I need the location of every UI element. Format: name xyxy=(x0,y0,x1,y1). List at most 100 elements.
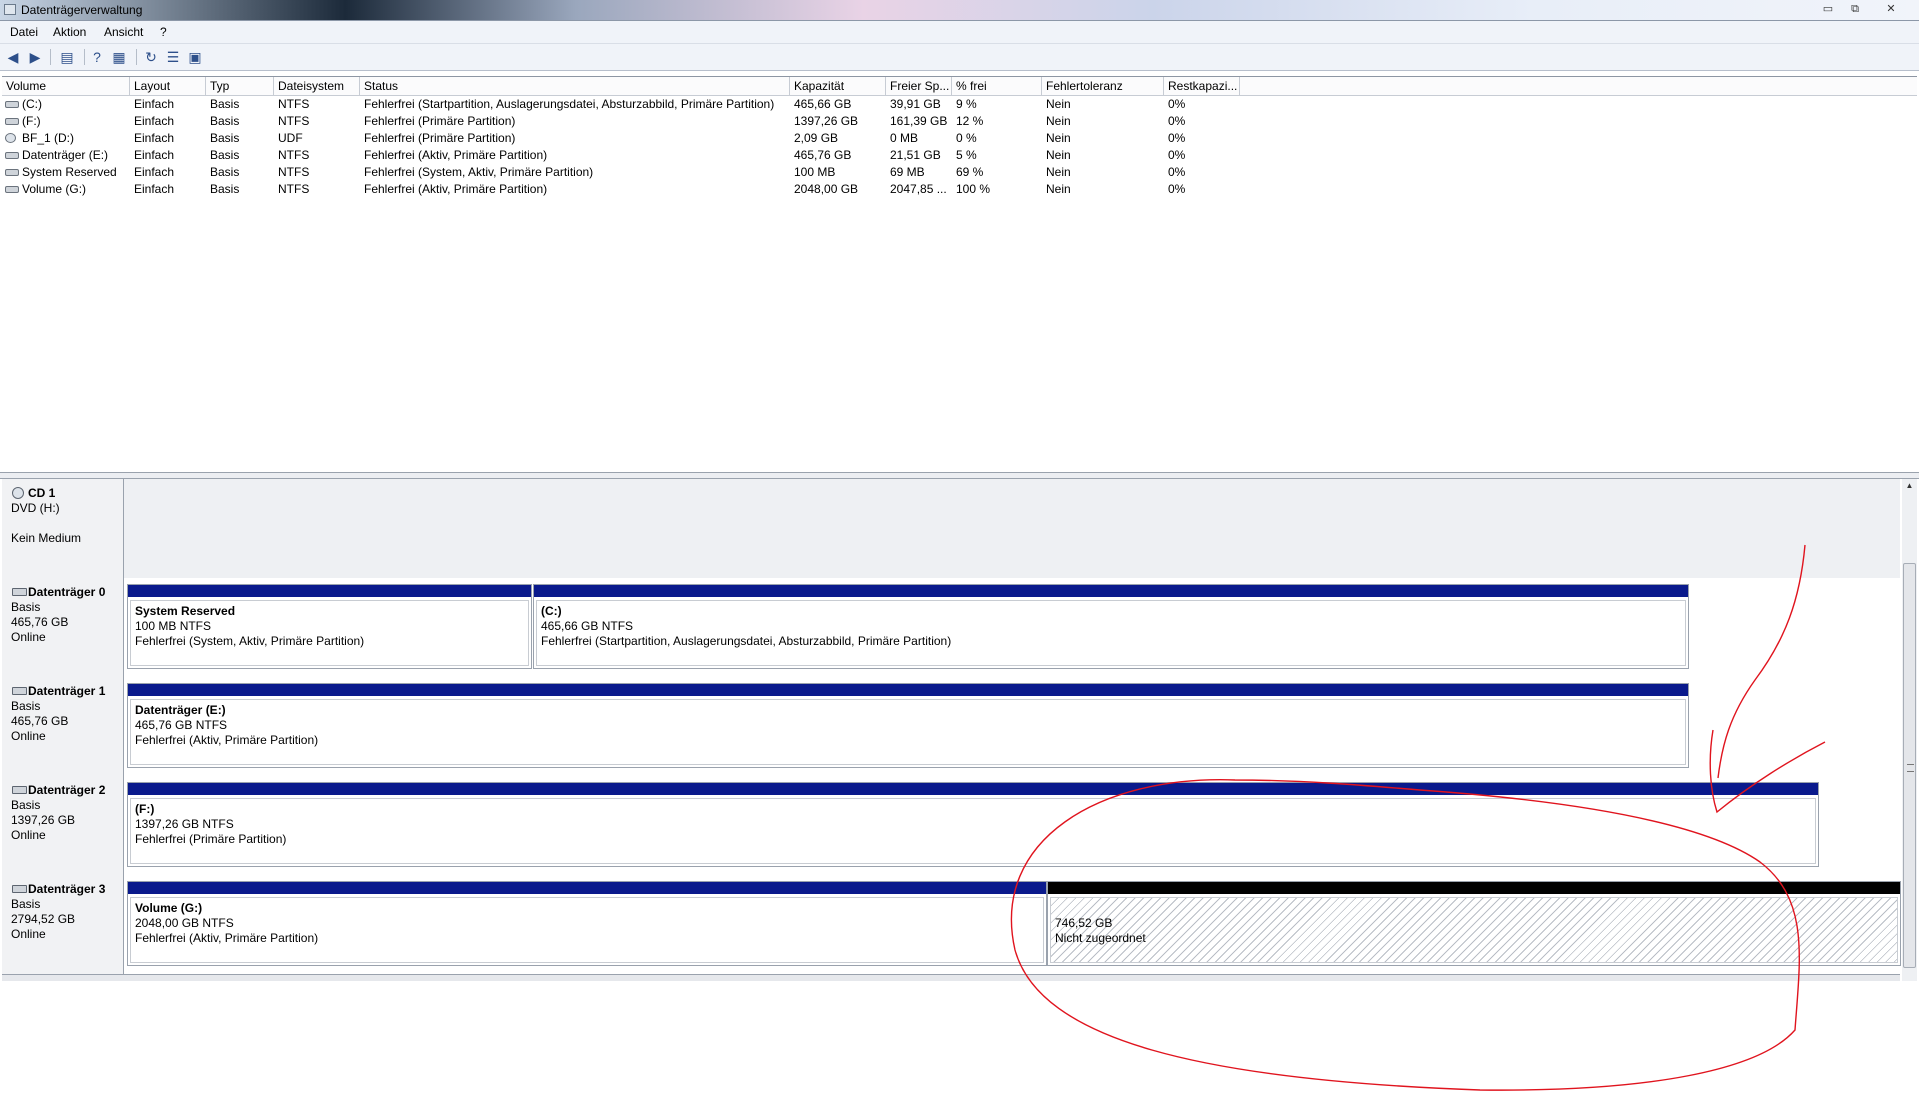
column-prozent-frei[interactable]: % frei xyxy=(952,77,1042,95)
volume-drive-icon xyxy=(5,152,19,159)
menu-ansicht[interactable]: Ansicht xyxy=(104,25,143,39)
partition[interactable]: Datenträger (E:) 465,76 GB NTFS Fehlerfrei… xyxy=(127,683,1689,768)
cell-layout: Einfach xyxy=(134,131,175,145)
partition-size: 746,52 GB xyxy=(1055,916,1113,930)
disk-label[interactable]: Datenträger 1 Basis 465,76 GB Online xyxy=(2,677,124,776)
maximize-button[interactable]: ⧉ xyxy=(1844,2,1866,16)
partition-name: Datenträger (E:) xyxy=(135,703,226,717)
column-fehlertoleranz[interactable]: Fehlertoleranz xyxy=(1042,77,1164,95)
table-row[interactable]: (F:) Einfach Basis NTFS Fehlerfrei (Primäre … xyxy=(2,113,1917,130)
cell-restkapazitaet: 0% xyxy=(1168,114,1186,128)
disk-label[interactable]: CD 1 DVD (H:) Kein Medium xyxy=(2,479,124,578)
cell-volume: (F:) xyxy=(22,114,41,128)
menu-help[interactable]: ? xyxy=(160,25,167,39)
volume-drive-icon xyxy=(5,169,19,176)
cell-layout: Einfach xyxy=(134,97,175,111)
cell-kapazitaet: 1397,26 GB xyxy=(794,114,859,128)
cell-restkapazitaet: 0% xyxy=(1168,148,1186,162)
scrollbar-grip-icon xyxy=(1907,764,1914,772)
back-arrow-icon[interactable]: ◀ xyxy=(4,48,22,66)
partition-size: 465,76 GB NTFS xyxy=(135,718,228,732)
disk-label[interactable]: Datenträger 2 Basis 1397,26 GB Online xyxy=(2,776,124,875)
column-freier-speicher[interactable]: Freier Sp... xyxy=(886,77,952,95)
disk-name: Datenträger 1 xyxy=(28,684,106,698)
column-kapazitaet[interactable]: Kapazität xyxy=(790,77,886,95)
disk-icon[interactable]: ▣ xyxy=(186,48,204,66)
cell-layout: Einfach xyxy=(134,148,175,162)
menu-datei[interactable]: Datei xyxy=(10,25,38,39)
volume-list: Volume Layout Typ Dateisystem Status Kap… xyxy=(2,76,1917,473)
scroll-up-icon[interactable]: ▲ xyxy=(1902,479,1917,493)
partition-details: Datenträger (E:) 465,76 GB NTFS Fehlerfrei… xyxy=(130,699,1686,765)
unallocated-space[interactable]: 746,52 GB Nicht zugeordnet xyxy=(1047,881,1901,966)
scrollbar-thumb[interactable] xyxy=(1903,563,1916,968)
cell-fehlertoleranz: Nein xyxy=(1046,131,1071,145)
disk-type: Basis xyxy=(11,699,41,713)
column-typ[interactable]: Typ xyxy=(206,77,274,95)
disk-map-scrollbar[interactable]: ▲ xyxy=(1902,479,1917,981)
partition-details: (F:) 1397,26 GB NTFS Fehlerfrei (Primäre P… xyxy=(130,798,1816,864)
cell-restkapazitaet: 0% xyxy=(1168,97,1186,111)
cell-freier-speicher: 39,91 GB xyxy=(890,97,941,111)
refresh-icon[interactable]: ↻ xyxy=(142,48,160,66)
partition[interactable]: (F:) 1397,26 GB NTFS Fehlerfrei (Primäre P… xyxy=(127,782,1819,867)
cell-typ: Basis xyxy=(210,97,240,111)
disk-management-app-icon xyxy=(4,4,16,15)
properties-icon[interactable]: ▦ xyxy=(110,48,128,66)
partition-status: Fehlerfrei (System, Aktiv, Primäre Parti… xyxy=(135,634,365,648)
partition-name xyxy=(1055,901,1893,916)
table-row[interactable]: (C:) Einfach Basis NTFS Fehlerfrei (Startpar… xyxy=(2,96,1917,113)
disk-state: Online xyxy=(11,729,46,743)
table-row[interactable]: BF_1 (D:) Einfach Basis UDF Fehlerfrei (Prim… xyxy=(2,130,1917,147)
partition-status: Fehlerfrei (Aktiv, Primäre Partition) xyxy=(135,733,319,747)
cell-restkapazitaet: 0% xyxy=(1168,131,1186,145)
volume-list-header: Volume Layout Typ Dateisystem Status Kap… xyxy=(2,77,1917,96)
disk-name: Datenträger 3 xyxy=(28,882,106,896)
help-icon[interactable]: ? xyxy=(88,48,106,66)
forward-arrow-icon[interactable]: ▶ xyxy=(26,48,44,66)
settings-icon[interactable]: ☰ xyxy=(164,48,182,66)
menu-aktion[interactable]: Aktion xyxy=(53,25,86,39)
disk-label[interactable]: Datenträger 3 Basis 2794,52 GB Online xyxy=(2,875,124,974)
cell-fehlertoleranz: Nein xyxy=(1046,97,1071,111)
menu-bar: Datei Aktion Ansicht ? xyxy=(0,21,1919,44)
column-status[interactable]: Status xyxy=(360,77,790,95)
partition-name: Volume (G:) xyxy=(135,901,203,915)
hard-disk-icon xyxy=(12,588,27,596)
disk-size xyxy=(11,516,123,531)
cell-status: Fehlerfrei (Primäre Partition) xyxy=(364,114,516,128)
cell-volume: (C:) xyxy=(22,97,42,111)
cell-freier-speicher: 21,51 GB xyxy=(890,148,941,162)
cell-kapazitaet: 2048,00 GB xyxy=(794,182,859,196)
partition-bar xyxy=(128,783,1818,795)
partition-name: (C:) xyxy=(541,604,562,618)
column-volume[interactable]: Volume xyxy=(2,77,130,95)
cell-prozent-frei: 0 % xyxy=(956,131,977,145)
console-tree-icon[interactable]: ▤ xyxy=(58,48,76,66)
column-layout[interactable]: Layout xyxy=(130,77,206,95)
close-button[interactable]: ✕ xyxy=(1880,2,1902,16)
cell-dateisystem: NTFS xyxy=(278,97,310,111)
title-bar: Datenträgerverwaltung ▭ ⧉ ✕ xyxy=(0,0,1919,21)
column-dateisystem[interactable]: Dateisystem xyxy=(274,77,360,95)
minimize-button[interactable]: ▭ xyxy=(1817,2,1839,16)
cell-kapazitaet: 2,09 GB xyxy=(794,131,839,145)
partition[interactable]: (C:) 465,66 GB NTFS Fehlerfrei (Startparti… xyxy=(533,584,1689,669)
partition-status: Nicht zugeordnet xyxy=(1055,931,1146,945)
disk-state: Online xyxy=(11,927,46,941)
table-row[interactable]: Volume (G:) Einfach Basis NTFS Fehlerfrei (A… xyxy=(2,181,1917,198)
partition[interactable]: System Reserved 100 MB NTFS Fehlerfrei (Sy… xyxy=(127,584,532,669)
disk-label[interactable]: Datenträger 0 Basis 465,76 GB Online xyxy=(2,578,124,677)
pane-splitter[interactable] xyxy=(0,472,1919,479)
disk-map: CD 1 DVD (H:) Kein Medium Datenträger 0 Basi… xyxy=(2,479,1901,981)
table-row[interactable]: System Reserved Einfach Basis NTFS Fehlerfre… xyxy=(2,164,1917,181)
column-restkapazitaet[interactable]: Restkapazi... xyxy=(1164,77,1240,95)
disk-row: Datenträger 1 Basis 465,76 GB Online Datentr… xyxy=(2,677,1900,777)
cell-freier-speicher: 161,39 GB xyxy=(890,114,948,128)
table-row[interactable]: Datenträger (E:) Einfach Basis NTFS Fehlerfr… xyxy=(2,147,1917,164)
cell-kapazitaet: 100 MB xyxy=(794,165,836,179)
partition-name: System Reserved xyxy=(135,604,236,618)
cell-prozent-frei: 12 % xyxy=(956,114,984,128)
partition[interactable]: Volume (G:) 2048,00 GB NTFS Fehlerfrei (Ak… xyxy=(127,881,1047,966)
cell-restkapazitaet: 0% xyxy=(1168,182,1186,196)
